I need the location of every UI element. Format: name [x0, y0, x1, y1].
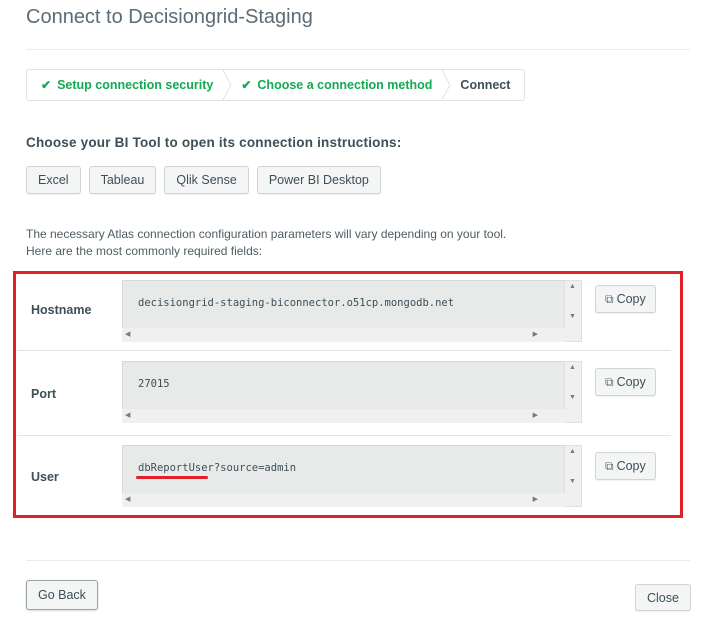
step-connect: Connect	[446, 70, 524, 100]
go-back-button[interactable]: Go Back	[26, 580, 98, 610]
step-setup-security[interactable]: ✔ Setup connection security	[27, 70, 232, 100]
modal-title: Connect to Decisiongrid-Staging	[26, 6, 313, 28]
step-choose-method[interactable]: ✔ Choose a connection method	[227, 70, 451, 100]
tableau-button[interactable]: Tableau	[88, 166, 157, 194]
divider-bottom	[26, 560, 690, 561]
power-bi-desktop-button[interactable]: Power BI Desktop	[256, 166, 381, 194]
step-label: Connect	[460, 78, 511, 92]
info-line: Here are the most commonly required fiel…	[26, 244, 263, 258]
check-icon: ✔	[241, 78, 252, 92]
bi-tool-heading: Choose your BI Tool to open its connecti…	[26, 135, 402, 150]
info-line: The necessary Atlas connection configura…	[26, 227, 507, 241]
check-icon: ✔	[41, 78, 52, 92]
close-button[interactable]: Close	[635, 584, 691, 611]
divider-top	[26, 49, 690, 50]
step-label: Setup connection security	[57, 78, 214, 92]
bi-tool-buttons: Excel Tableau Qlik Sense Power BI Deskto…	[26, 166, 381, 194]
excel-button[interactable]: Excel	[26, 166, 81, 194]
info-text: The necessary Atlas connection configura…	[26, 226, 506, 260]
qlik-sense-button[interactable]: Qlik Sense	[164, 166, 249, 194]
step-label: Choose a connection method	[257, 78, 433, 92]
annotation-highlight-box	[13, 271, 683, 518]
wizard-steps: ✔ Setup connection security ✔ Choose a c…	[26, 69, 526, 101]
